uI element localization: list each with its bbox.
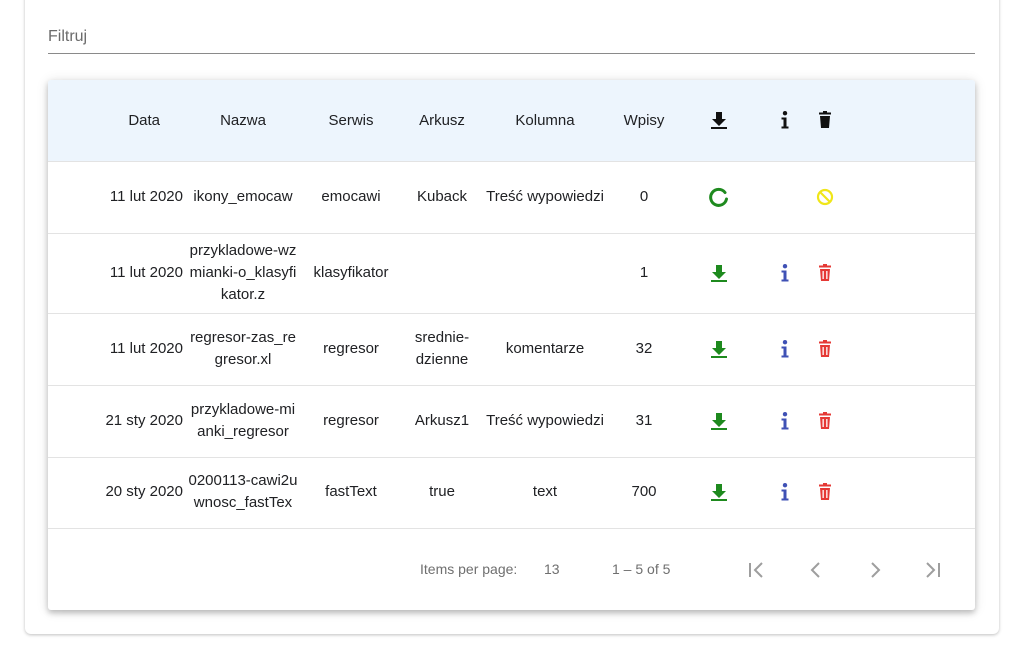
cell-sheet: Arkusz1 — [414, 412, 470, 429]
cell-entries: 700 — [631, 483, 657, 501]
next-page-button[interactable] — [860, 555, 890, 585]
delete-cell — [813, 313, 975, 385]
download-cell — [681, 161, 757, 233]
cell-entries: 1 — [639, 264, 649, 281]
table-row: 20 sty 2020 0200113-cawi2uwnosc_fastTex … — [48, 457, 975, 527]
table-row: 11 lut 2020 przykladowe-wzmianki-o_klasy… — [48, 233, 975, 313]
cell-date: 11 lut 2020 — [109, 340, 183, 357]
previous-page-button[interactable] — [801, 555, 831, 585]
cell-date: 11 lut 2020 — [109, 188, 183, 205]
header-entries[interactable]: Wpisy — [607, 80, 681, 161]
cell-date: 11 lut 2020 — [109, 264, 183, 281]
header-sheet[interactable]: Arkusz — [401, 80, 483, 161]
cell-sheet: Kuback — [416, 188, 468, 205]
cell-name: przykladowe-wzmianki-o_klasyfikator.z — [189, 242, 297, 303]
cell-sheet — [401, 233, 483, 313]
table-header-row: Data Nazwa Serwis Arkusz Kolumna Wpisy — [48, 80, 975, 161]
download-cell — [681, 313, 757, 385]
delete-cell — [813, 385, 975, 457]
download-cell — [681, 233, 757, 313]
cell-sheet: true — [429, 483, 455, 501]
info-cell — [757, 313, 813, 385]
info-icon[interactable] — [775, 263, 795, 283]
download-icon[interactable] — [709, 411, 729, 431]
items-per-page-select[interactable]: 13 — [544, 561, 560, 577]
trash-icon[interactable] — [815, 263, 835, 283]
header-date[interactable]: Data — [48, 80, 185, 161]
cell-entries: 31 — [635, 412, 653, 429]
header-download — [681, 80, 757, 161]
cell-entries: 32 — [635, 340, 653, 357]
trash-icon[interactable] — [815, 339, 835, 359]
cell-service: regresor — [323, 412, 379, 429]
cell-name: ikony_emocaw — [193, 188, 293, 205]
download-icon[interactable] — [709, 263, 729, 283]
blocked-icon — [815, 187, 835, 207]
table-row: 11 lut 2020 ikony_emocaw emocawi Kuback … — [48, 161, 975, 233]
first-page-button[interactable] — [741, 555, 771, 585]
info-icon[interactable] — [775, 482, 795, 502]
header-name[interactable]: Nazwa — [185, 80, 301, 161]
download-cell — [681, 385, 757, 457]
cell-name: przykladowe-mianki_regresor — [190, 401, 296, 440]
delete-cell — [813, 457, 975, 527]
cell-date: 20 sty 2020 — [105, 483, 183, 501]
filter-field[interactable] — [48, 14, 975, 54]
download-icon — [709, 110, 729, 130]
delete-cell — [813, 233, 975, 313]
cell-service: emocawi — [321, 188, 381, 205]
first-page-icon — [749, 562, 763, 578]
cell-sheet: srednie-dzienne — [414, 329, 470, 368]
header-column[interactable]: Kolumna — [483, 80, 607, 161]
info-icon[interactable] — [775, 411, 795, 431]
header-info — [757, 80, 813, 161]
download-cell — [681, 457, 757, 527]
download-icon[interactable] — [709, 482, 729, 502]
last-page-icon — [926, 562, 940, 578]
cell-column: Treść wypowiedzi — [486, 412, 604, 429]
info-cell — [757, 233, 813, 313]
data-table-card: Data Nazwa Serwis Arkusz Kolumna Wpisy 1… — [48, 80, 975, 610]
table-row: 21 sty 2020 przykladowe-mianki_regresor … — [48, 385, 975, 457]
download-icon[interactable] — [709, 339, 729, 359]
items-per-page-label: Items per page: — [420, 561, 518, 577]
loading-spinner-icon — [709, 187, 729, 207]
trash-icon[interactable] — [815, 411, 835, 431]
cell-date: 21 sty 2020 — [105, 412, 183, 429]
header-delete — [813, 80, 975, 161]
trash-icon — [815, 110, 835, 130]
cell-column: komentarze — [505, 340, 585, 357]
cell-column — [483, 233, 607, 313]
page-range: 1 – 5 of 5 — [612, 561, 671, 577]
table-row: 11 lut 2020 regresor-zas_regresor.xl reg… — [48, 313, 975, 385]
info-cell — [757, 161, 813, 233]
cell-entries: 0 — [639, 188, 649, 205]
cell-name: 0200113-cawi2uwnosc_fastTex — [188, 472, 298, 512]
info-cell — [757, 385, 813, 457]
paginator: Items per page: 13 1 – 5 of 5 — [48, 528, 975, 610]
cell-column: text — [532, 483, 558, 501]
filter-input[interactable] — [48, 14, 975, 52]
delete-cell — [813, 161, 975, 233]
header-service[interactable]: Serwis — [301, 80, 401, 161]
chevron-right-icon — [871, 562, 881, 578]
info-icon[interactable] — [775, 339, 795, 359]
cell-service: fastText — [325, 483, 377, 501]
chevron-left-icon — [810, 562, 820, 578]
last-page-button[interactable] — [918, 555, 948, 585]
cell-service: regresor — [323, 340, 379, 357]
info-cell — [757, 457, 813, 527]
files-table: Data Nazwa Serwis Arkusz Kolumna Wpisy 1… — [48, 80, 975, 527]
cell-service: klasyfikator — [313, 264, 389, 281]
cell-name: regresor-zas_regresor.xl — [190, 329, 296, 368]
cell-column: Treść wypowiedzi — [486, 188, 604, 205]
trash-icon[interactable] — [815, 482, 835, 502]
info-icon — [775, 110, 795, 130]
